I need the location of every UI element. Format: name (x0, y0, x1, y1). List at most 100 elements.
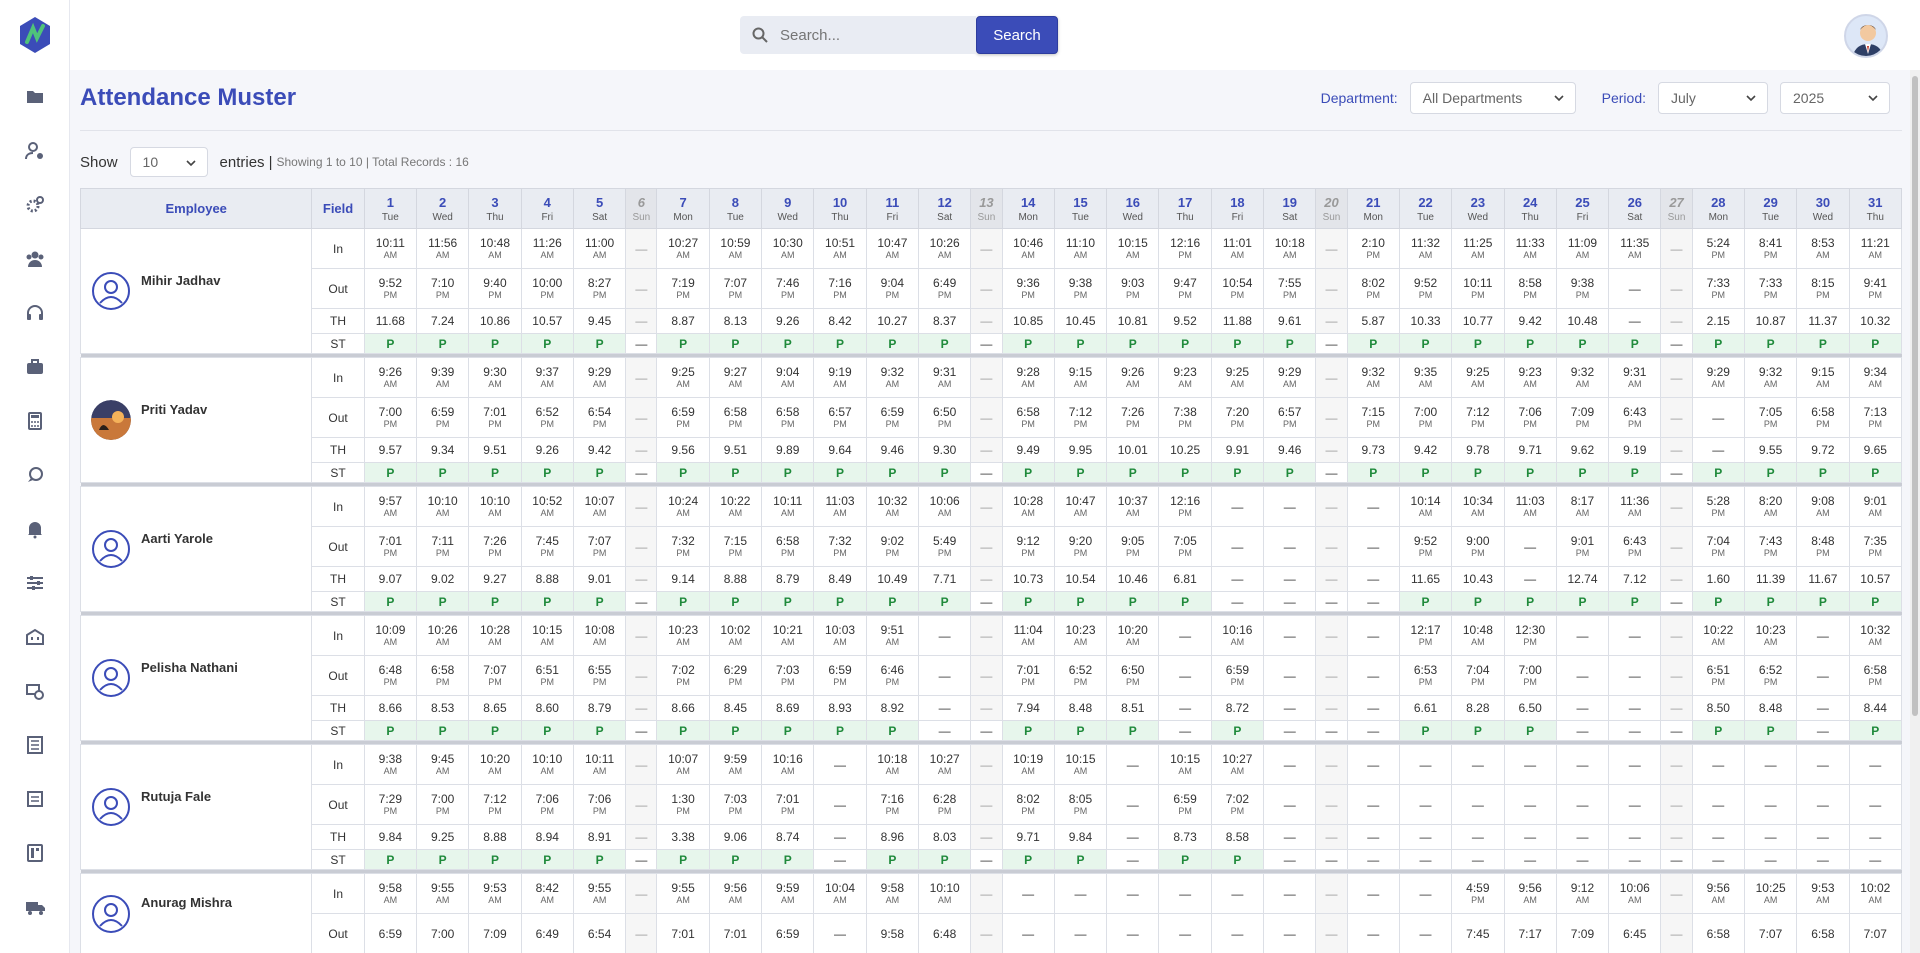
attendance-cell[interactable]: 7:00 PM (1398, 397, 1453, 438)
attendance-cell[interactable]: 10.73 (1001, 566, 1055, 592)
attendance-cell[interactable]: 9:38 PM (1053, 268, 1108, 309)
attendance-cell[interactable]: P (1743, 333, 1798, 354)
attendance-cell[interactable]: 11:00 AM (572, 228, 627, 269)
attendance-cell[interactable]: — (1263, 824, 1317, 850)
attendance-cell[interactable]: — (1346, 591, 1400, 612)
attendance-cell[interactable]: 8.03 (918, 824, 972, 850)
attendance-cell[interactable]: 9:28 AM (1001, 357, 1055, 398)
attendance-cell[interactable]: 8.88 (520, 566, 574, 592)
attendance-cell[interactable]: — (970, 873, 1003, 914)
attendance-cell[interactable]: 7:07 (1848, 913, 1903, 953)
attendance-cell[interactable]: — (1796, 849, 1850, 870)
attendance-cell[interactable]: — (1660, 615, 1693, 656)
attendance-cell[interactable]: 6:52 PM (1053, 655, 1108, 696)
attendance-cell[interactable]: — (1660, 437, 1693, 463)
attendance-cell[interactable]: 9:56 AM (1691, 873, 1745, 914)
attendance-cell[interactable]: 9:59 AM (761, 873, 815, 914)
attendance-cell[interactable]: 7:09 (468, 913, 522, 953)
attendance-cell[interactable]: P (1691, 462, 1745, 483)
attendance-cell[interactable]: — (625, 784, 658, 825)
attendance-cell[interactable]: 9.57 (363, 437, 418, 463)
attendance-cell[interactable]: — (1315, 397, 1348, 438)
attendance-cell[interactable]: 9.95 (1053, 437, 1108, 463)
attendance-cell[interactable]: P (1053, 333, 1108, 354)
attendance-cell[interactable]: — (1660, 268, 1693, 309)
year-select[interactable]: 2025 (1780, 82, 1890, 114)
attendance-cell[interactable]: 10:11 AM (572, 744, 627, 785)
attendance-cell[interactable]: 10.25 (1158, 437, 1212, 463)
attendance-cell[interactable]: 6:28 PM (918, 784, 972, 825)
attendance-cell[interactable]: 5:49 PM (918, 526, 972, 567)
attendance-cell[interactable]: 10:37 AM (1106, 486, 1160, 527)
attendance-cell[interactable]: P (1158, 591, 1212, 612)
attendance-cell[interactable]: 8:42 AM (520, 873, 574, 914)
attendance-cell[interactable]: 7:12 PM (468, 784, 522, 825)
folder-icon[interactable] (25, 87, 45, 107)
attendance-cell[interactable]: — (1346, 655, 1400, 696)
attendance-cell[interactable]: P (813, 591, 867, 612)
attendance-cell[interactable]: 8:17 AM (1555, 486, 1610, 527)
attendance-cell[interactable]: — (1315, 615, 1348, 656)
attendance-cell[interactable]: — (625, 873, 658, 914)
attendance-cell[interactable]: 8.72 (1210, 695, 1265, 721)
attendance-cell[interactable]: P (572, 333, 627, 354)
attendance-cell[interactable]: 10:15 AM (1106, 228, 1160, 269)
attendance-cell[interactable]: 6:54 (572, 913, 627, 953)
attendance-cell[interactable]: 10:04 AM (813, 873, 867, 914)
attendance-cell[interactable]: — (970, 720, 1003, 741)
attendance-cell[interactable]: 9:32 AM (1743, 357, 1798, 398)
attendance-cell[interactable]: 8.51 (1106, 695, 1160, 721)
attendance-cell[interactable]: 6:58 PM (1848, 655, 1903, 696)
attendance-cell[interactable]: P (468, 462, 522, 483)
attendance-cell[interactable]: — (1158, 913, 1212, 953)
attendance-cell[interactable]: — (970, 228, 1003, 269)
attendance-cell[interactable]: — (625, 462, 658, 483)
attendance-cell[interactable]: P (813, 333, 867, 354)
attendance-cell[interactable]: 9:26 AM (363, 357, 418, 398)
attendance-cell[interactable]: P (1848, 591, 1903, 612)
attendance-cell[interactable]: 9:51 AM (865, 615, 920, 656)
attendance-cell[interactable]: — (625, 437, 658, 463)
attendance-cell[interactable]: P (1106, 333, 1160, 354)
attendance-cell[interactable]: — (1106, 744, 1160, 785)
attendance-cell[interactable]: — (1555, 824, 1610, 850)
sliders-icon[interactable] (25, 573, 45, 593)
attendance-cell[interactable]: 7:09 (1555, 913, 1610, 953)
id-card-icon[interactable] (25, 843, 45, 863)
attendance-cell[interactable]: — (1660, 566, 1693, 592)
attendance-cell[interactable]: P (1346, 462, 1400, 483)
attendance-cell[interactable]: 9:15 AM (1796, 357, 1850, 398)
attendance-cell[interactable]: 10.48 (1555, 308, 1610, 334)
attendance-cell[interactable]: P (363, 333, 418, 354)
attendance-cell[interactable]: 8.42 (813, 308, 867, 334)
attendance-cell[interactable]: — (1210, 913, 1265, 953)
attendance-cell[interactable]: 4:59 PM (1451, 873, 1505, 914)
attendance-cell[interactable]: 6:58 PM (1796, 397, 1850, 438)
attendance-cell[interactable]: 10:47 AM (865, 228, 920, 269)
attendance-cell[interactable]: 10.57 (520, 308, 574, 334)
attendance-cell[interactable]: 9:38 AM (363, 744, 418, 785)
attendance-cell[interactable]: — (1106, 849, 1160, 870)
month-select[interactable]: July (1658, 82, 1768, 114)
attendance-cell[interactable]: 9:40 PM (468, 268, 522, 309)
attendance-cell[interactable]: — (625, 744, 658, 785)
report-icon[interactable] (25, 735, 45, 755)
attendance-cell[interactable]: 9.78 (1451, 437, 1505, 463)
attendance-cell[interactable]: 10.77 (1451, 308, 1505, 334)
attendance-cell[interactable]: 10:27 AM (656, 228, 710, 269)
attendance-cell[interactable]: 9.30 (918, 437, 972, 463)
attendance-cell[interactable]: P (1796, 591, 1850, 612)
attendance-cell[interactable]: 6:59 PM (865, 397, 920, 438)
attendance-cell[interactable]: 10.81 (1106, 308, 1160, 334)
attendance-cell[interactable]: — (1158, 720, 1212, 741)
attendance-cell[interactable]: 8:15 PM (1796, 268, 1850, 309)
attendance-cell[interactable]: 9:45 AM (416, 744, 470, 785)
attendance-cell[interactable]: 10:16 AM (1210, 615, 1265, 656)
attendance-cell[interactable]: — (1315, 849, 1348, 870)
attendance-cell[interactable]: 8.66 (363, 695, 418, 721)
attendance-cell[interactable]: 6:52 PM (1743, 655, 1798, 696)
attendance-cell[interactable]: — (813, 913, 867, 953)
user-avatar[interactable] (1844, 14, 1888, 58)
attendance-cell[interactable]: P (363, 591, 418, 612)
attendance-cell[interactable]: 7:29 PM (363, 784, 418, 825)
